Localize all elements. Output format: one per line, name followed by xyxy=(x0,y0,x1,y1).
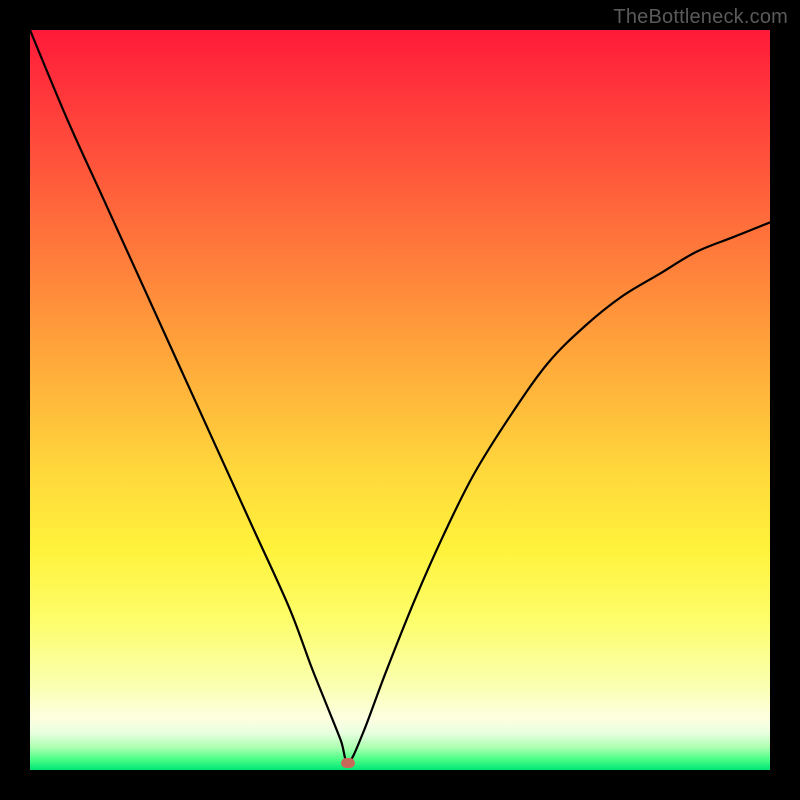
plot-area xyxy=(30,30,770,770)
chart-frame: TheBottleneck.com xyxy=(0,0,800,800)
bottleneck-curve xyxy=(30,30,770,770)
curve-path xyxy=(30,30,770,763)
attribution-text: TheBottleneck.com xyxy=(613,6,788,29)
optimum-marker xyxy=(341,758,355,768)
